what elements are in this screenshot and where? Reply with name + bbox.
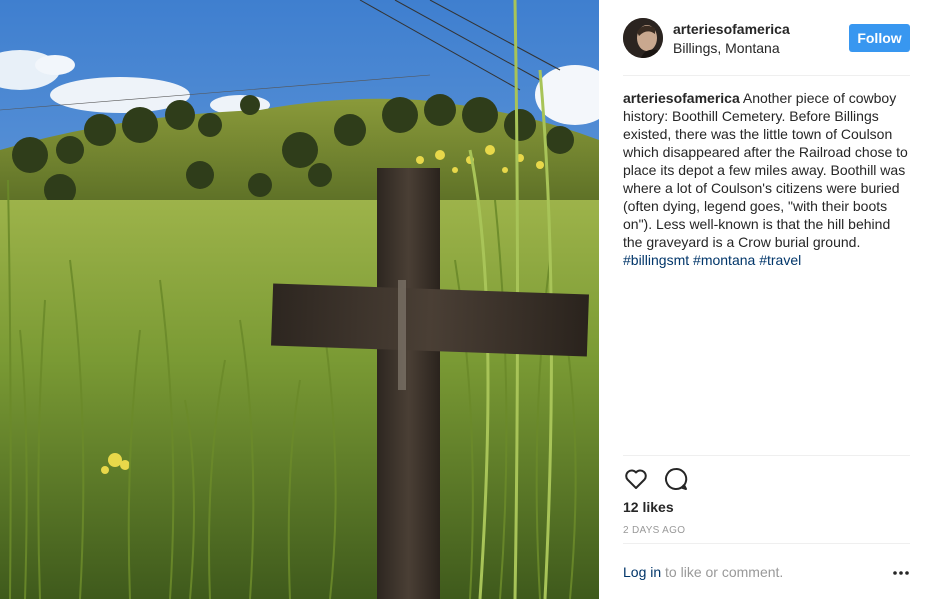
hashtag-travel[interactable]: #travel bbox=[759, 252, 801, 268]
divider bbox=[623, 543, 910, 544]
caption: arteriesofamerica Another piece of cowbo… bbox=[623, 89, 910, 269]
caption-text: Another piece of cowboy history: Boothil… bbox=[623, 90, 908, 250]
avatar[interactable] bbox=[623, 18, 663, 58]
cross-in-grass-photo bbox=[0, 0, 599, 599]
caption-username[interactable]: arteriesofamerica bbox=[623, 90, 740, 106]
post-header: arteriesofamerica Billings, Montana Foll… bbox=[623, 18, 910, 76]
hashtag-montana[interactable]: #montana bbox=[693, 252, 755, 268]
username[interactable]: arteriesofamerica bbox=[673, 21, 790, 37]
login-link[interactable]: Log in bbox=[623, 564, 661, 580]
post-timestamp[interactable]: 2 DAYS AGO bbox=[623, 525, 685, 536]
location[interactable]: Billings, Montana bbox=[673, 40, 780, 56]
likes-count[interactable]: 12 likes bbox=[623, 499, 674, 515]
hashtag-billingsmt[interactable]: #billingsmt bbox=[623, 252, 689, 268]
follow-button[interactable]: Follow bbox=[849, 24, 910, 52]
heart-outline-icon[interactable] bbox=[623, 466, 649, 492]
post-side-panel: arteriesofamerica Billings, Montana Foll… bbox=[599, 0, 934, 599]
speech-bubble-icon[interactable] bbox=[663, 466, 689, 492]
post-photo[interactable] bbox=[0, 0, 599, 599]
login-prompt: Log in to like or comment. bbox=[623, 564, 783, 580]
ellipsis-icon[interactable] bbox=[892, 565, 910, 581]
profile-photo-icon bbox=[623, 18, 663, 58]
divider bbox=[623, 455, 910, 456]
login-suffix: to like or comment. bbox=[661, 564, 784, 580]
